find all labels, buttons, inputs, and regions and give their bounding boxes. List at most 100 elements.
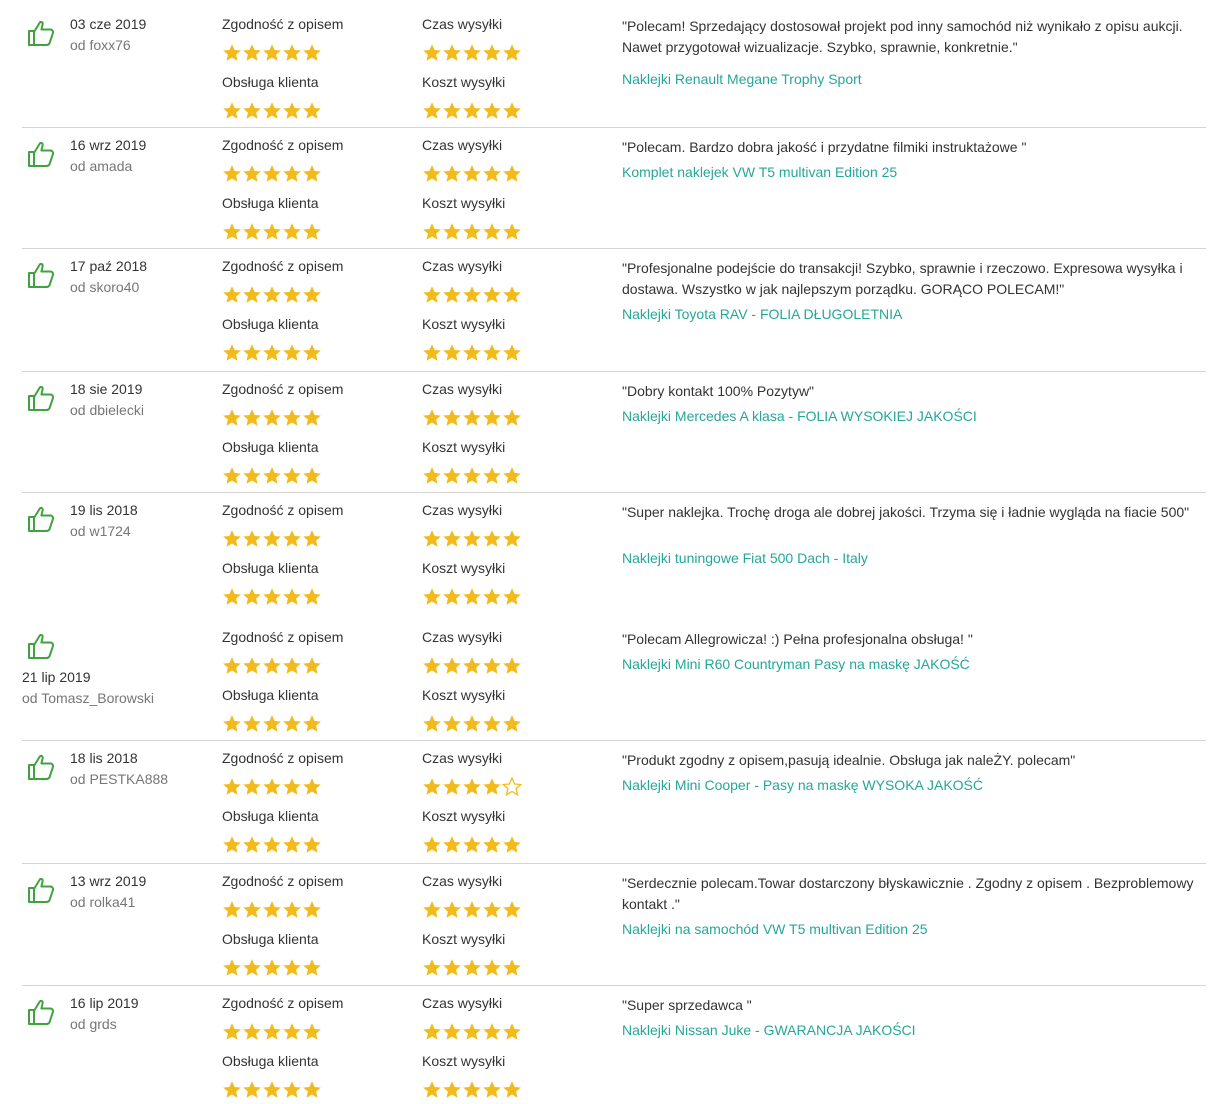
star-filled-icon [463, 1081, 481, 1098]
product-link[interactable]: Naklejki tuningowe Fiat 500 Dach - Italy [622, 550, 868, 566]
product-link[interactable]: Komplet naklejek VW T5 multivan Edition … [622, 164, 897, 180]
star-filled-icon [223, 165, 241, 182]
star-filled-icon [243, 657, 261, 674]
star-filled-icon [443, 102, 461, 119]
accuracy-rating [222, 408, 322, 428]
star-filled-icon [303, 901, 321, 918]
product-link[interactable]: Naklejki Nissan Juke - GWARANCJA JAKOŚCI [622, 1022, 916, 1038]
review-author: od amada [70, 158, 133, 174]
accuracy-label: Zgodność z opisem [222, 995, 344, 1011]
shipping-cost-rating [422, 587, 522, 607]
star-filled-icon [463, 588, 481, 605]
shipping-time-rating [422, 1022, 522, 1042]
service-label: Obsługa klienta [222, 316, 319, 332]
star-filled-icon [483, 901, 501, 918]
product-link[interactable]: Naklejki Mini Cooper - Pasy na maskę WYS… [622, 777, 983, 793]
star-filled-icon [483, 409, 501, 426]
star-filled-icon [503, 223, 521, 240]
product-link[interactable]: Naklejki Renault Megane Trophy Sport [622, 71, 862, 87]
star-filled-icon [243, 165, 261, 182]
shipping-cost-label: Koszt wysyłki [422, 74, 506, 90]
star-filled-icon [503, 467, 521, 484]
shipping-time-label: Czas wysyłki [422, 16, 503, 32]
star-filled-icon [483, 102, 501, 119]
shipping-cost-label: Koszt wysyłki [422, 687, 506, 703]
star-filled-icon [303, 165, 321, 182]
star-filled-icon [303, 344, 321, 361]
review-date: 17 paź 2018 [70, 258, 148, 274]
star-filled-icon [263, 165, 281, 182]
star-filled-icon [463, 901, 481, 918]
product-link[interactable]: Naklejki Toyota RAV - FOLIA DŁUGOLETNIA [622, 306, 902, 322]
star-filled-icon [223, 959, 241, 976]
star-filled-icon [503, 657, 521, 674]
thumbs-up-icon [26, 18, 58, 48]
star-filled-icon [303, 530, 321, 547]
review-row: 17 paź 2018 od skoro40 Zgodność z opisem Cz… [22, 248, 1206, 372]
star-filled-icon [463, 778, 481, 795]
review-author: od w1724 [70, 523, 131, 539]
accuracy-rating [222, 1022, 322, 1042]
star-filled-icon [303, 715, 321, 732]
star-filled-icon [263, 409, 281, 426]
star-filled-icon [463, 344, 481, 361]
shipping-cost-rating [422, 466, 522, 486]
star-filled-icon [223, 1081, 241, 1098]
star-filled-icon [223, 467, 241, 484]
service-label: Obsługa klienta [222, 808, 319, 824]
star-filled-icon [263, 286, 281, 303]
shipping-time-rating [422, 777, 522, 797]
star-filled-icon [283, 588, 301, 605]
star-filled-icon [423, 1081, 441, 1098]
shipping-cost-label: Koszt wysyłki [422, 439, 506, 455]
product-link[interactable]: Naklejki Mercedes A klasa - FOLIA WYSOKI… [622, 408, 977, 424]
star-filled-icon [443, 715, 461, 732]
star-filled-icon [503, 1023, 521, 1040]
shipping-cost-rating [422, 222, 522, 242]
star-filled-icon [243, 467, 261, 484]
star-filled-icon [263, 1081, 281, 1098]
star-filled-icon [223, 1023, 241, 1040]
star-filled-icon [443, 165, 461, 182]
star-filled-icon [283, 778, 301, 795]
star-filled-icon [463, 409, 481, 426]
shipping-cost-label: Koszt wysyłki [422, 316, 506, 332]
star-filled-icon [243, 1023, 261, 1040]
star-filled-icon [283, 467, 301, 484]
product-link[interactable]: Naklejki Mini R60 Countryman Pasy na mas… [622, 656, 970, 672]
shipping-cost-label: Koszt wysyłki [422, 560, 506, 576]
star-filled-icon [263, 657, 281, 674]
star-filled-icon [223, 588, 241, 605]
star-filled-icon [243, 44, 261, 61]
star-filled-icon [463, 44, 481, 61]
star-filled-icon [503, 102, 521, 119]
star-filled-icon [483, 223, 501, 240]
star-filled-icon [263, 778, 281, 795]
product-link[interactable]: Naklejki na samochód VW T5 multivan Edit… [622, 921, 928, 937]
star-filled-icon [463, 286, 481, 303]
review-row: 19 lis 2018 od w1724 Zgodność z opisem Czas… [22, 492, 1206, 619]
star-filled-icon [283, 901, 301, 918]
review-comment: "Dobry kontakt 100% Pozytyw" [622, 383, 815, 399]
review-date: 19 lis 2018 [70, 502, 138, 518]
star-filled-icon [503, 959, 521, 976]
star-filled-icon [303, 44, 321, 61]
star-filled-icon [423, 165, 441, 182]
service-rating [222, 101, 322, 121]
review-comment: "Serdecznie polecam.Towar dostarczony bł… [622, 875, 1194, 912]
star-filled-icon [283, 223, 301, 240]
shipping-cost-rating [422, 958, 522, 978]
star-filled-icon [483, 1023, 501, 1040]
star-empty-icon [502, 777, 522, 797]
star-filled-icon [483, 836, 501, 853]
star-filled-icon [503, 530, 521, 547]
star-filled-icon [303, 467, 321, 484]
star-filled-icon [503, 836, 521, 853]
star-filled-icon [223, 836, 241, 853]
star-filled-icon [463, 836, 481, 853]
star-filled-icon [423, 223, 441, 240]
star-filled-icon [263, 530, 281, 547]
accuracy-label: Zgodność z opisem [222, 873, 344, 889]
service-label: Obsługa klienta [222, 439, 319, 455]
star-filled-icon [283, 657, 301, 674]
